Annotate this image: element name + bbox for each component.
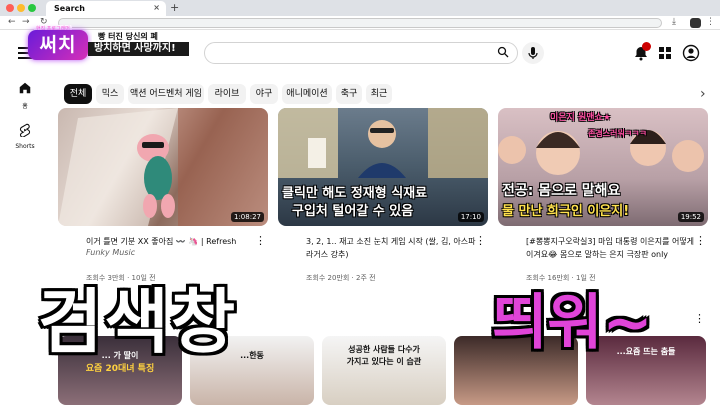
- voice-search-button[interactable]: [522, 42, 544, 64]
- account-icon: [682, 44, 700, 62]
- home-icon: [19, 82, 31, 94]
- more-options-icon[interactable]: ⋮: [475, 234, 486, 247]
- browser-menu-icon[interactable]: ⋮: [706, 17, 715, 27]
- account-button[interactable]: [682, 44, 700, 62]
- chip-animation[interactable]: 애니메이션: [282, 84, 332, 104]
- close-window-button[interactable]: [6, 4, 14, 12]
- forward-icon[interactable]: →: [22, 17, 30, 27]
- short-card[interactable]: 성공한 사람들 다수가 가지고 있다는 이 습관: [322, 336, 446, 405]
- sidebar-item-label: Shorts: [15, 143, 35, 150]
- chip-live[interactable]: 라이브: [208, 84, 246, 104]
- video-card[interactable]: 1:08:27 이거 틀면 기분 XX 좋아짐 〰️ 🦄 | Refresh F…: [58, 108, 268, 282]
- overlay-banner-bottom: 방치하면 사망까지!: [88, 42, 189, 56]
- thumbnail-caption: 전공: 몸으로 말해요: [502, 183, 621, 199]
- chip-all[interactable]: 전체: [64, 84, 92, 104]
- short-caption: 성공한 사람들 다수가: [348, 345, 420, 354]
- thumbnail-caption: 존경스러워ㅋㅋㅋ: [588, 129, 647, 138]
- grid-icon: [659, 47, 671, 59]
- tab-title: Search: [54, 4, 85, 13]
- minimize-window-button[interactable]: [17, 4, 25, 12]
- browser-toolbar: ← → ↻ ⤓ ⋮: [0, 16, 720, 30]
- sidebar-item-shorts[interactable]: Shorts: [8, 122, 42, 150]
- download-icon[interactable]: ⤓: [672, 17, 676, 27]
- video-duration: 17:10: [457, 212, 484, 222]
- tab-close-icon[interactable]: ×: [153, 3, 160, 12]
- new-tab-button[interactable]: +: [170, 1, 179, 14]
- chip-soccer[interactable]: 축구: [336, 84, 362, 104]
- chip-recent[interactable]: 최근: [366, 84, 392, 104]
- chevron-right-icon[interactable]: ›: [700, 86, 706, 102]
- video-meta: 조회수 20만회 · 2주 전: [306, 274, 376, 282]
- short-caption: 가지고 있다는 이 습관: [346, 357, 422, 366]
- video-card[interactable]: 이은지 원맨쇼★ 존경스러워ㅋㅋㅋ 전공: 몸으로 말해요 물 만난 희극인 이…: [498, 108, 708, 282]
- channel-name[interactable]: Funky Music: [86, 248, 135, 257]
- chip-mix[interactable]: 믹스: [96, 84, 124, 104]
- more-options-icon[interactable]: ⋮: [695, 234, 706, 247]
- sidebar-item-label: 홈: [22, 103, 28, 110]
- video-title[interactable]: [#뽕뽕지구오락실3] 마임 대통령 이은지를 어떻게 이겨요😂 몸으로 말하는…: [526, 235, 696, 261]
- thumbnail-caption: 구입처 털어갈 수 있음: [292, 204, 414, 219]
- video-duration: 1:08:27: [231, 212, 264, 222]
- video-thumbnail[interactable]: 클릭만 해도 정재형 식재료 구입처 털어갈 수 있음 17:10: [278, 108, 488, 226]
- video-duration: 19:52: [677, 212, 704, 222]
- video-thumbnail[interactable]: 이은지 원맨쇼★ 존경스러워ㅋㅋㅋ 전공: 몸으로 말해요 물 만난 희극인 이…: [498, 108, 708, 226]
- more-options-icon[interactable]: ⋮: [255, 234, 266, 247]
- video-card[interactable]: 클릭만 해도 정재형 식재료 구입처 털어갈 수 있음 17:10 3, 2, …: [278, 108, 488, 282]
- back-icon[interactable]: ←: [8, 17, 16, 27]
- notifications-button[interactable]: [632, 42, 651, 62]
- browser-tab[interactable]: Search ×: [46, 1, 166, 16]
- thumbnail-caption: 클릭만 해도 정재형 식재료: [282, 186, 428, 201]
- thumbnail-art: [58, 108, 268, 226]
- microphone-icon: [528, 47, 538, 59]
- overlay-caption-right: 띄워~: [492, 288, 653, 358]
- notification-badge: [642, 42, 651, 51]
- browser-tab-strip: Search × +: [0, 0, 720, 16]
- channel-logo: 써치: [28, 30, 88, 60]
- maximize-window-button[interactable]: [28, 4, 36, 12]
- video-meta: 조회수 16만회 · 1일 전: [526, 274, 596, 282]
- chip-baseball[interactable]: 야구: [250, 84, 278, 104]
- profile-avatar[interactable]: [690, 18, 701, 28]
- thumbnail-caption: 물 만난 희극인 이은지!: [502, 204, 630, 219]
- video-thumbnail[interactable]: 1:08:27: [58, 108, 268, 226]
- more-options-icon[interactable]: ⋮: [694, 312, 705, 325]
- apps-button[interactable]: [656, 44, 674, 62]
- video-title[interactable]: 3, 2, 1.. 재고 소진 눈치 게임 시작 (쌀, 김, 아스파라거스 강…: [306, 235, 476, 261]
- search-icon[interactable]: [497, 46, 509, 58]
- address-bar[interactable]: [58, 18, 662, 28]
- overlay-banner-top: 빵 터진 당신의 폐: [92, 32, 180, 42]
- short-caption: 요즘 20대녀 특징: [85, 364, 155, 374]
- thumbnail-caption: 이은지 원맨쇼★: [550, 113, 611, 123]
- shorts-icon: [19, 123, 31, 138]
- search-input[interactable]: [204, 42, 518, 64]
- chip-action-adventure[interactable]: 액션 어드벤처 게임: [128, 84, 204, 104]
- video-title[interactable]: 이거 틀면 기분 XX 좋아짐 〰️ 🦄 | Refresh: [86, 235, 256, 248]
- overlay-caption-left: 검색창: [38, 281, 238, 363]
- sidebar-item-home[interactable]: 홈: [8, 80, 42, 110]
